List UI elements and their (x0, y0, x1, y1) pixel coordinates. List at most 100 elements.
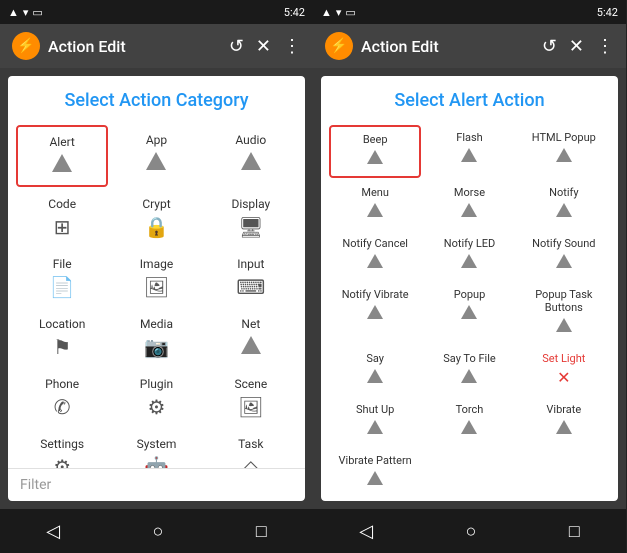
category-label-audio: Audio (235, 133, 266, 147)
alert-item-popup[interactable]: Popup (423, 282, 515, 344)
left-more-icon[interactable]: ⋮ (283, 36, 301, 57)
category-icon-plugin: ⚙ (148, 395, 166, 419)
category-label-code: Code (48, 197, 76, 211)
category-item-location[interactable]: Location ⚑ (16, 309, 108, 367)
alert-icon-set-light: ✕ (557, 368, 570, 387)
alert-label-vibrate-pattern: Vibrate Pattern (339, 454, 412, 467)
category-label-display: Display (231, 197, 270, 211)
right-action-bar: ⚡ Action Edit ↺ ✕ ⋮ (313, 24, 626, 68)
alert-icon-vibrate (556, 419, 572, 438)
category-icon-image: 🖼 (144, 275, 169, 299)
left-refresh-icon[interactable]: ↺ (229, 36, 244, 57)
category-icon-phone: ✆ (54, 395, 71, 419)
alert-item-notify-cancel[interactable]: Notify Cancel (329, 231, 421, 280)
filter-label: Filter (20, 477, 51, 493)
alert-icon-menu (367, 202, 383, 221)
left-status-bar: ▲ ▾ ▭ 5:42 (0, 0, 313, 24)
category-grid: Alert App Audio Code ⊞ (8, 121, 305, 468)
alert-item-beep[interactable]: Beep (329, 125, 421, 178)
alert-label-set-light: Set Light (542, 352, 585, 365)
category-icon-location: ⚑ (53, 335, 71, 359)
left-home-button[interactable]: ○ (145, 513, 172, 550)
category-item-image[interactable]: Image 🖼 (110, 249, 202, 307)
alert-icon-notify-led (461, 253, 477, 272)
alert-item-flash[interactable]: Flash (423, 125, 515, 178)
alert-label-shut-up: Shut Up (356, 403, 394, 416)
right-refresh-icon[interactable]: ↺ (542, 36, 557, 57)
category-item-system[interactable]: System 🤖 (110, 429, 202, 468)
left-back-button[interactable]: ◁ (38, 513, 68, 550)
category-label-media: Media (140, 317, 173, 331)
right-recent-button[interactable]: □ (561, 513, 588, 550)
left-action-bar-actions[interactable]: ↺ ✕ ⋮ (229, 36, 301, 57)
alert-label-notify-led: Notify LED (444, 237, 496, 250)
alert-item-torch[interactable]: Torch (423, 397, 515, 446)
alert-item-popup-task-buttons[interactable]: Popup Task Buttons (518, 282, 610, 344)
alert-item-notify[interactable]: Notify (518, 180, 610, 229)
category-item-phone[interactable]: Phone ✆ (16, 369, 108, 427)
right-app-icon: ⚡ (325, 32, 353, 60)
category-item-crypt[interactable]: Crypt 🔒 (110, 189, 202, 247)
alert-icon-torch (461, 419, 477, 438)
category-icon-settings: ⚙ (53, 455, 71, 468)
left-action-bar: ⚡ Action Edit ↺ ✕ ⋮ (0, 24, 313, 68)
right-more-icon[interactable]: ⋮ (596, 36, 614, 57)
left-wifi-icon: ▾ (23, 6, 29, 19)
alert-label-notify: Notify (549, 186, 578, 199)
alert-label-morse: Morse (454, 186, 485, 199)
alert-label-notify-vibrate: Notify Vibrate (342, 288, 409, 301)
category-item-input[interactable]: Input ⌨ (205, 249, 297, 307)
alert-item-set-light[interactable]: Set Light ✕ (518, 346, 610, 395)
category-item-media[interactable]: Media 📷 (110, 309, 202, 367)
alert-item-vibrate-pattern[interactable]: Vibrate Pattern (329, 448, 421, 497)
left-recent-button[interactable]: □ (248, 513, 275, 550)
left-time: 5:42 (284, 6, 305, 19)
category-icon-file: 📄 (50, 275, 75, 299)
alert-item-notify-sound[interactable]: Notify Sound (518, 231, 610, 280)
alert-icon-popup (461, 304, 477, 323)
category-label-net: Net (241, 317, 260, 331)
left-panel: ▲ ▾ ▭ 5:42 ⚡ Action Edit ↺ ✕ ⋮ Select Ac… (0, 0, 313, 553)
right-close-icon[interactable]: ✕ (569, 36, 584, 57)
right-time: 5:42 (597, 6, 618, 19)
alert-label-popup-task-buttons: Popup Task Buttons (520, 288, 608, 314)
category-item-code[interactable]: Code ⊞ (16, 189, 108, 247)
alert-icon-vibrate-pattern (367, 470, 383, 489)
right-action-bar-actions[interactable]: ↺ ✕ ⋮ (542, 36, 614, 57)
category-item-task[interactable]: Task ◇ (205, 429, 297, 468)
alert-item-notify-led[interactable]: Notify LED (423, 231, 515, 280)
right-back-button[interactable]: ◁ (351, 513, 381, 550)
alert-item-menu[interactable]: Menu (329, 180, 421, 229)
alert-item-html-popup[interactable]: HTML Popup (518, 125, 610, 178)
category-item-audio[interactable]: Audio (205, 125, 297, 187)
alert-item-notify-vibrate[interactable]: Notify Vibrate (329, 282, 421, 344)
alert-icon-notify-cancel (367, 253, 383, 272)
alert-item-vibrate[interactable]: Vibrate (518, 397, 610, 446)
category-item-display[interactable]: Display 🖥 (205, 189, 297, 247)
alert-grid: Beep Flash HTML Popup Menu Morse Notify (321, 121, 618, 501)
category-item-file[interactable]: File 📄 (16, 249, 108, 307)
category-label-phone: Phone (45, 377, 79, 391)
alert-item-say[interactable]: Say (329, 346, 421, 395)
category-item-scene[interactable]: Scene 🖼 (205, 369, 297, 427)
category-item-app[interactable]: App (110, 125, 202, 187)
category-label-scene: Scene (234, 377, 267, 391)
alert-item-say-to-file[interactable]: Say To File (423, 346, 515, 395)
right-home-button[interactable]: ○ (458, 513, 485, 550)
alert-icon-beep (367, 149, 383, 168)
alert-icon-popup-task-buttons (556, 317, 572, 336)
alert-icon-notify-vibrate (367, 304, 383, 323)
right-battery-icon: ▭ (345, 6, 355, 19)
alert-item-morse[interactable]: Morse (423, 180, 515, 229)
category-item-net[interactable]: Net (205, 309, 297, 367)
alert-item-shut-up[interactable]: Shut Up (329, 397, 421, 446)
category-icon-net (241, 335, 261, 359)
category-item-plugin[interactable]: Plugin ⚙ (110, 369, 202, 427)
alert-label-torch: Torch (456, 403, 484, 416)
left-nav-bar: ◁ ○ □ (0, 509, 313, 553)
category-item-settings[interactable]: Settings ⚙ (16, 429, 108, 468)
category-icon-system: 🤖 (144, 455, 169, 468)
category-item-alert[interactable]: Alert (16, 125, 108, 187)
left-close-icon[interactable]: ✕ (256, 36, 271, 57)
alert-icon-html-popup (556, 147, 572, 166)
